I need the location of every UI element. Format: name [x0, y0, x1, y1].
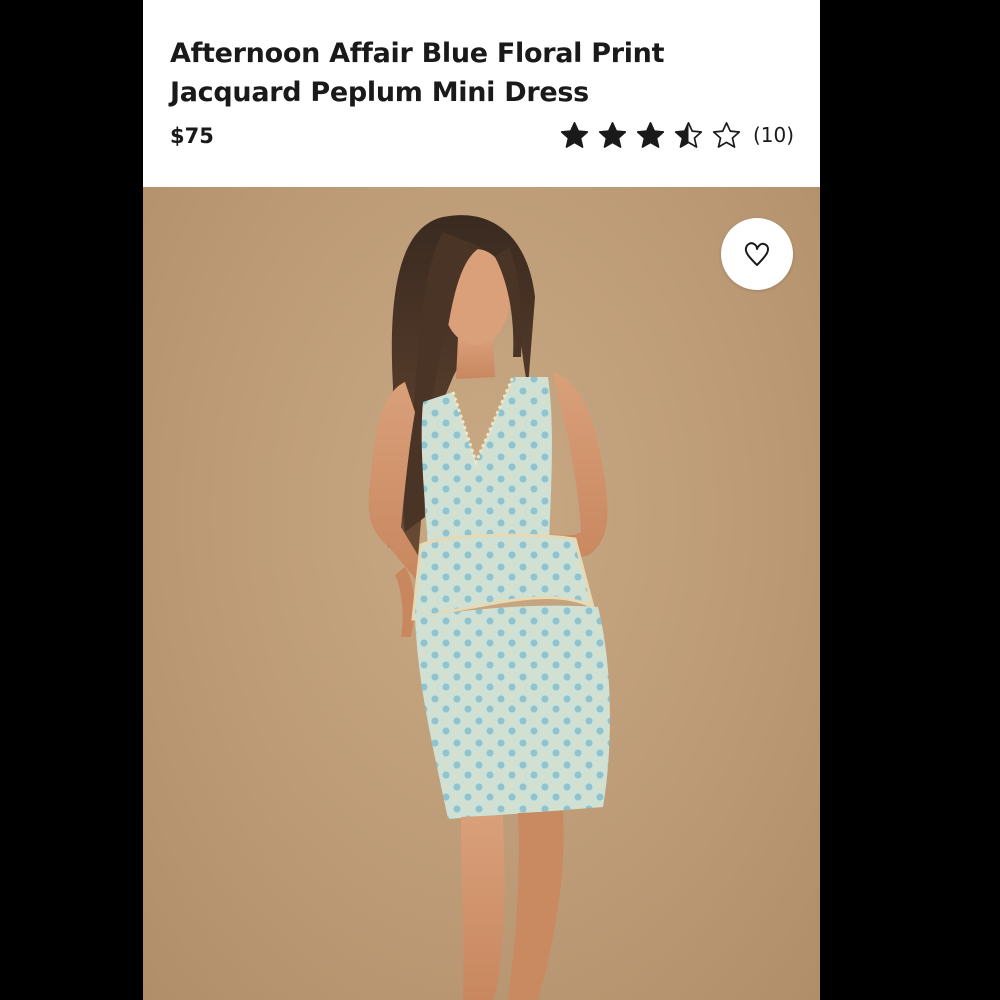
product-card: Afternoon Affair Blue Floral Print Jacqu…: [143, 0, 820, 1000]
product-title: Afternoon Affair Blue Floral Print Jacqu…: [170, 38, 665, 108]
star-icon: [559, 120, 590, 151]
product-price: $75: [170, 124, 214, 148]
review-count: (10): [752, 123, 794, 147]
star-icon: [635, 120, 666, 151]
product-image[interactable]: [143, 187, 820, 1000]
star-icon: [597, 120, 628, 151]
heart-icon: [744, 242, 769, 266]
product-rating[interactable]: (10): [559, 116, 794, 154]
star-icon: [711, 120, 742, 151]
star-icon: [673, 120, 704, 151]
rating-stars: [559, 120, 742, 151]
product-photo: [368, 215, 610, 1000]
wishlist-button[interactable]: [721, 218, 793, 290]
product-header: Afternoon Affair Blue Floral Print Jacqu…: [143, 0, 820, 187]
